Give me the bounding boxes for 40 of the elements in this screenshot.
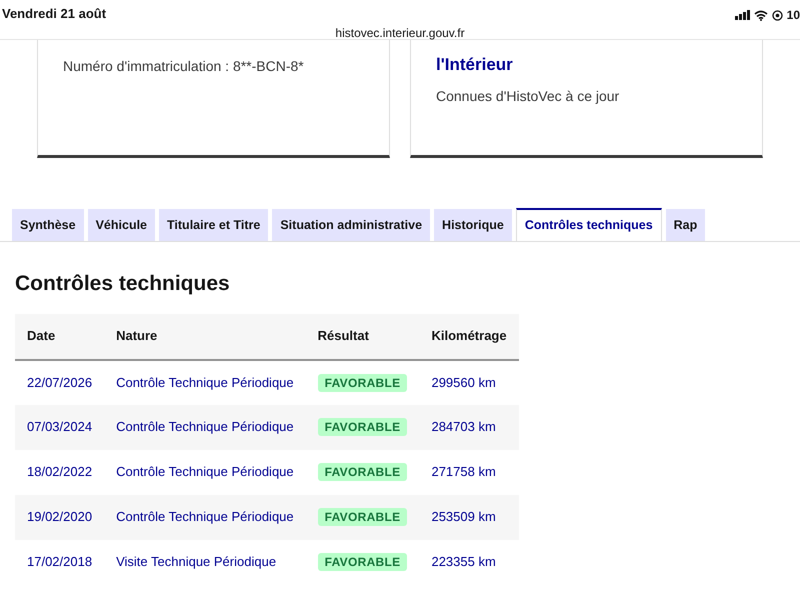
table-cell: Contrôle Technique Périodique xyxy=(104,450,306,494)
table-cell: Visite Technique Périodique xyxy=(104,540,306,584)
address-url[interactable]: histovec.interieur.gouv.fr xyxy=(335,24,465,42)
table-cell: Contrôle Technique Périodique xyxy=(104,404,306,450)
table-cell: 271758 km xyxy=(419,450,519,494)
table-cell: 19/02/2020 xyxy=(15,494,104,540)
wifi-icon xyxy=(754,10,768,20)
status-date: Vendredi 21 août xyxy=(2,5,106,23)
table-cell: 18/02/2022 xyxy=(15,450,104,494)
table-cell: 07/03/2024 xyxy=(15,404,104,450)
section-heading: Contrôles techniques xyxy=(15,271,230,297)
tab[interactable]: Synthèse xyxy=(12,209,84,241)
tab[interactable]: Véhicule xyxy=(88,209,156,241)
column-header: Nature xyxy=(104,314,306,360)
battery-level: 10 xyxy=(786,7,800,24)
result-badge: FAVORABLE xyxy=(318,553,408,572)
table-cell: 284703 km xyxy=(419,404,519,450)
result-badge: FAVORABLE xyxy=(318,418,408,436)
card-text: Numéro d'immatriculation : 8**-BCN-8* xyxy=(63,57,304,76)
result-badge: FAVORABLE xyxy=(318,463,408,482)
tab[interactable]: Historique xyxy=(434,209,512,241)
tab[interactable]: Rap xyxy=(666,209,706,241)
table-cell: 253509 km xyxy=(419,494,519,540)
table-cell: 223355 km xyxy=(419,540,519,584)
card-text: Connues d'HistoVec à ce jour xyxy=(436,86,620,106)
table-cell: 17/02/2018 xyxy=(15,540,104,584)
card-title: l'Intérieur xyxy=(436,54,513,76)
signal-icon xyxy=(734,10,750,20)
table-cell: 299560 km xyxy=(419,360,519,404)
result-badge: FAVORABLE xyxy=(318,374,408,392)
column-header: Kilométrage xyxy=(419,314,519,360)
table-cell: Contrôle Technique Périodique xyxy=(104,494,306,540)
result-badge: FAVORABLE xyxy=(318,508,408,526)
tab[interactable]: Contrôles techniques xyxy=(516,208,662,241)
column-header: Résultat xyxy=(306,314,420,360)
table-cell: Contrôle Technique Périodique xyxy=(104,360,306,404)
column-header: Date xyxy=(15,314,104,360)
tab[interactable]: Titulaire et Titre xyxy=(159,209,268,241)
tab[interactable]: Situation administrative xyxy=(272,209,430,241)
table-cell: 22/07/2026 xyxy=(15,360,104,404)
